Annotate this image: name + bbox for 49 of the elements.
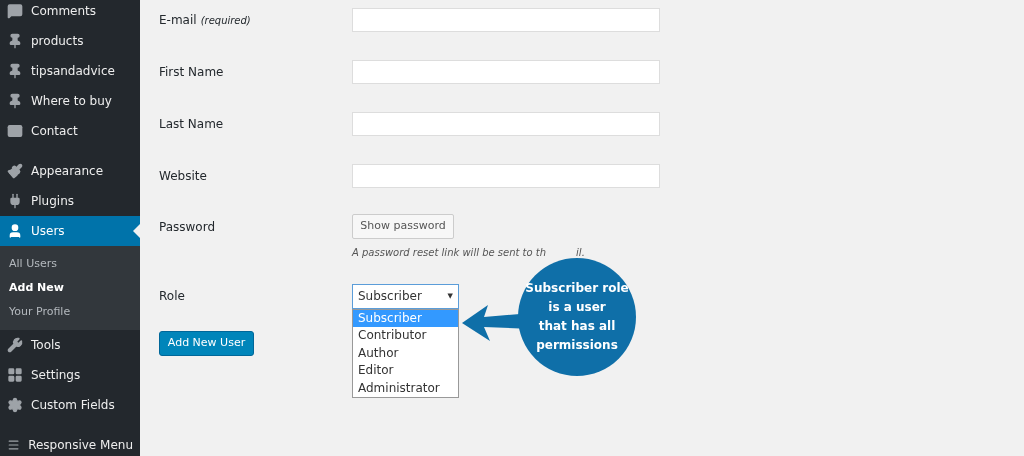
submenu-item[interactable]: All Users — [0, 252, 140, 276]
field-label: E-mail — [159, 13, 197, 27]
text-field[interactable] — [352, 112, 660, 136]
current-indicator-icon — [133, 224, 140, 238]
dropdown-option[interactable]: Contributor — [353, 327, 458, 345]
sidebar-item[interactable]: tipsandadvice — [0, 56, 140, 86]
pin-icon — [7, 93, 23, 109]
sidebar-item[interactable]: Comments — [0, 0, 140, 26]
show-password-button[interactable]: Show password — [352, 214, 454, 239]
add-new-user-button[interactable]: Add New User — [159, 331, 254, 356]
field-label: Role — [159, 289, 185, 303]
submenu-item[interactable]: Your Profile — [0, 300, 140, 324]
required-note: (required) — [200, 15, 251, 26]
paintbrush-icon — [7, 163, 23, 179]
comment-icon — [7, 3, 23, 19]
sidebar-item[interactable]: Plugins — [0, 186, 140, 216]
pin-icon — [7, 33, 23, 49]
text-field[interactable] — [352, 8, 660, 32]
hint-text: A password reset link will be sent to th — [352, 246, 547, 260]
callout-text: is a user — [548, 299, 606, 316]
user-icon — [7, 223, 23, 239]
field-label: Website — [159, 169, 207, 183]
grid-icon — [7, 367, 23, 383]
sidebar-item[interactable]: Tools — [0, 330, 140, 360]
sidebar-item[interactable]: Contact — [0, 116, 140, 146]
sidebar-item[interactable]: Responsive Menu — [0, 430, 140, 456]
sidebar-item[interactable]: Users — [0, 216, 140, 246]
submenu-item[interactable]: Add New — [0, 276, 140, 300]
text-field[interactable] — [352, 164, 660, 188]
field-label: Password — [159, 220, 216, 234]
sidebar-item[interactable]: Appearance — [0, 156, 140, 186]
dropdown-option[interactable]: Editor — [353, 362, 458, 380]
sidebar-item[interactable]: Settings — [0, 360, 140, 390]
plug-icon — [7, 193, 23, 209]
sidebar-item[interactable]: products — [0, 26, 140, 56]
callout-text: permissions — [536, 337, 618, 354]
sidebar-item[interactable]: Where to buy — [0, 86, 140, 116]
hint-text: il. — [576, 246, 585, 260]
settings-icon — [7, 397, 23, 413]
field-label: Last Name — [159, 117, 224, 131]
dropdown-option[interactable]: Author — [353, 344, 458, 362]
wrench-icon — [7, 337, 23, 353]
dropdown-option[interactable]: Administrator — [353, 379, 458, 397]
callout-text: that has all — [538, 318, 616, 335]
field-label: First Name — [159, 65, 224, 79]
callout-text: Subscriber role — [525, 280, 629, 297]
text-field[interactable] — [352, 60, 660, 84]
pin-icon — [7, 63, 23, 79]
sidebar-item[interactable]: Custom Fields — [0, 390, 140, 420]
